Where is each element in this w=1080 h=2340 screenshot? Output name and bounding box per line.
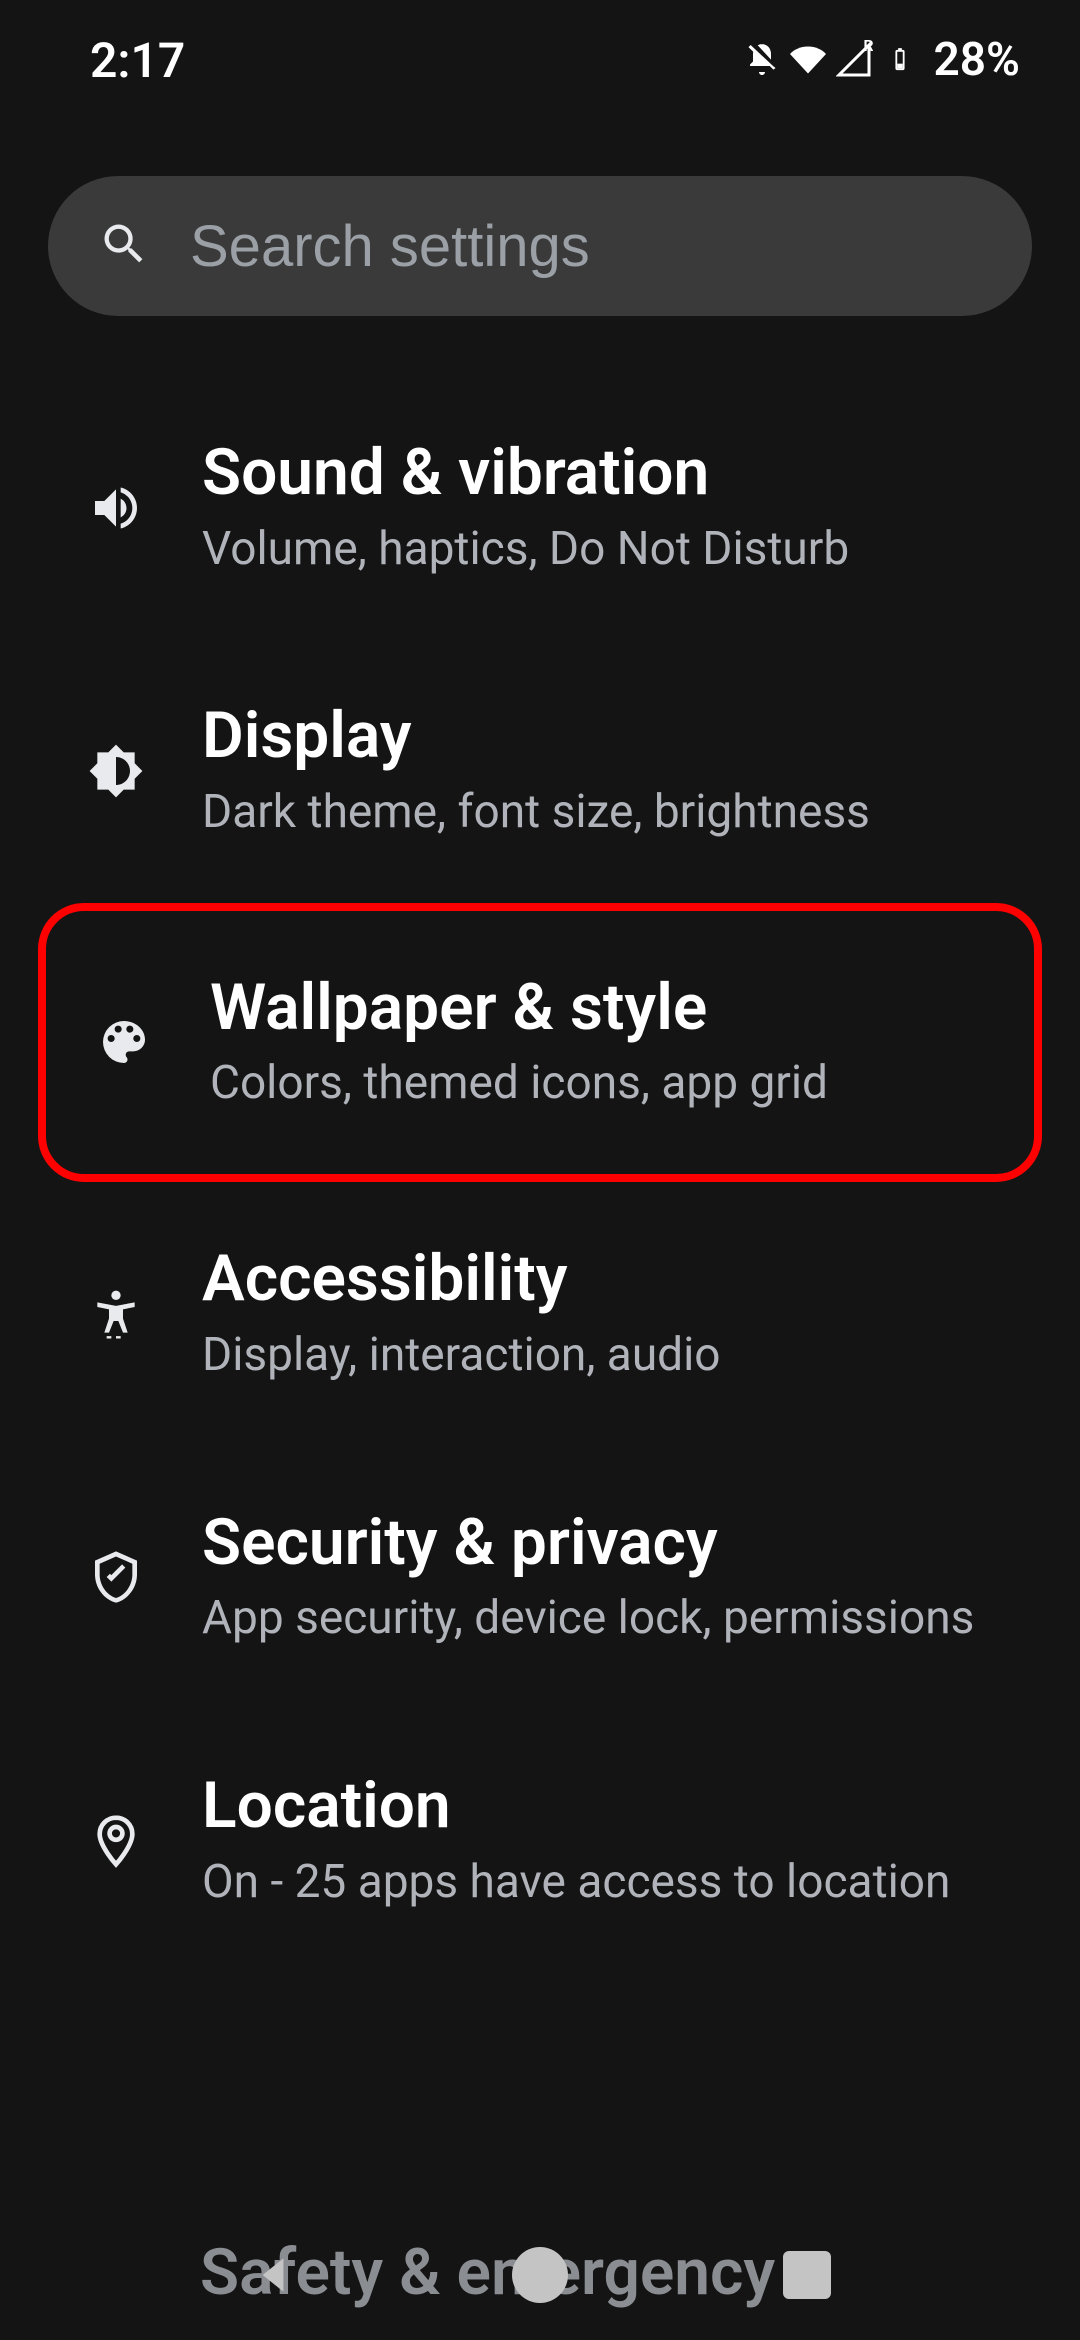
search-bar[interactable]	[48, 176, 1032, 316]
item-subtitle: On - 25 apps have access to location	[202, 1853, 990, 1913]
nav-recent-button[interactable]	[777, 2245, 837, 2305]
item-title: Security & privacy	[202, 1506, 1014, 1580]
search-input[interactable]	[190, 213, 982, 280]
item-subtitle: App security, device lock, permissions	[202, 1589, 1014, 1649]
battery-percent: 28%	[934, 33, 1021, 87]
accessibility-icon	[80, 1278, 152, 1350]
battery-icon	[882, 42, 918, 78]
item-subtitle: Dark theme, font size, brightness	[202, 783, 910, 843]
status-time: 2:17	[90, 32, 185, 89]
search-icon	[98, 218, 150, 274]
nav-home-button[interactable]	[510, 2245, 570, 2305]
item-subtitle: Colors, themed icons, app grid	[210, 1054, 868, 1114]
settings-list: Sound & vibration Volume, haptics, Do No…	[0, 336, 1080, 1972]
shield-icon	[80, 1541, 152, 1613]
item-title: Sound & vibration	[202, 436, 889, 510]
status-icons: R 28%	[744, 33, 1021, 87]
settings-item-location[interactable]: Location On - 25 apps have access to loc…	[0, 1709, 1080, 1972]
item-title: Accessibility	[202, 1242, 761, 1316]
item-title: Location	[202, 1769, 990, 1843]
item-title: Display	[202, 699, 910, 773]
palette-icon	[88, 1006, 160, 1078]
sound-icon	[80, 472, 152, 544]
signal-icon: R	[836, 42, 872, 78]
location-icon	[80, 1805, 152, 1877]
navigation-bar	[0, 2210, 1080, 2340]
settings-item-wallpaper[interactable]: Wallpaper & style Colors, themed icons, …	[38, 903, 1042, 1182]
dnd-off-icon	[744, 42, 780, 78]
settings-item-accessibility[interactable]: Accessibility Display, interaction, audi…	[0, 1182, 1080, 1445]
settings-item-display[interactable]: Display Dark theme, font size, brightnes…	[0, 639, 1080, 902]
settings-item-security[interactable]: Security & privacy App security, device …	[0, 1446, 1080, 1709]
item-title: Wallpaper & style	[210, 971, 868, 1045]
status-bar: 2:17 R 28%	[0, 0, 1080, 120]
settings-item-sound[interactable]: Sound & vibration Volume, haptics, Do No…	[0, 376, 1080, 639]
wifi-icon	[790, 42, 826, 78]
nav-back-button[interactable]	[243, 2245, 303, 2305]
display-icon	[80, 735, 152, 807]
item-subtitle: Volume, haptics, Do Not Disturb	[202, 520, 889, 580]
item-subtitle: Display, interaction, audio	[202, 1326, 761, 1386]
